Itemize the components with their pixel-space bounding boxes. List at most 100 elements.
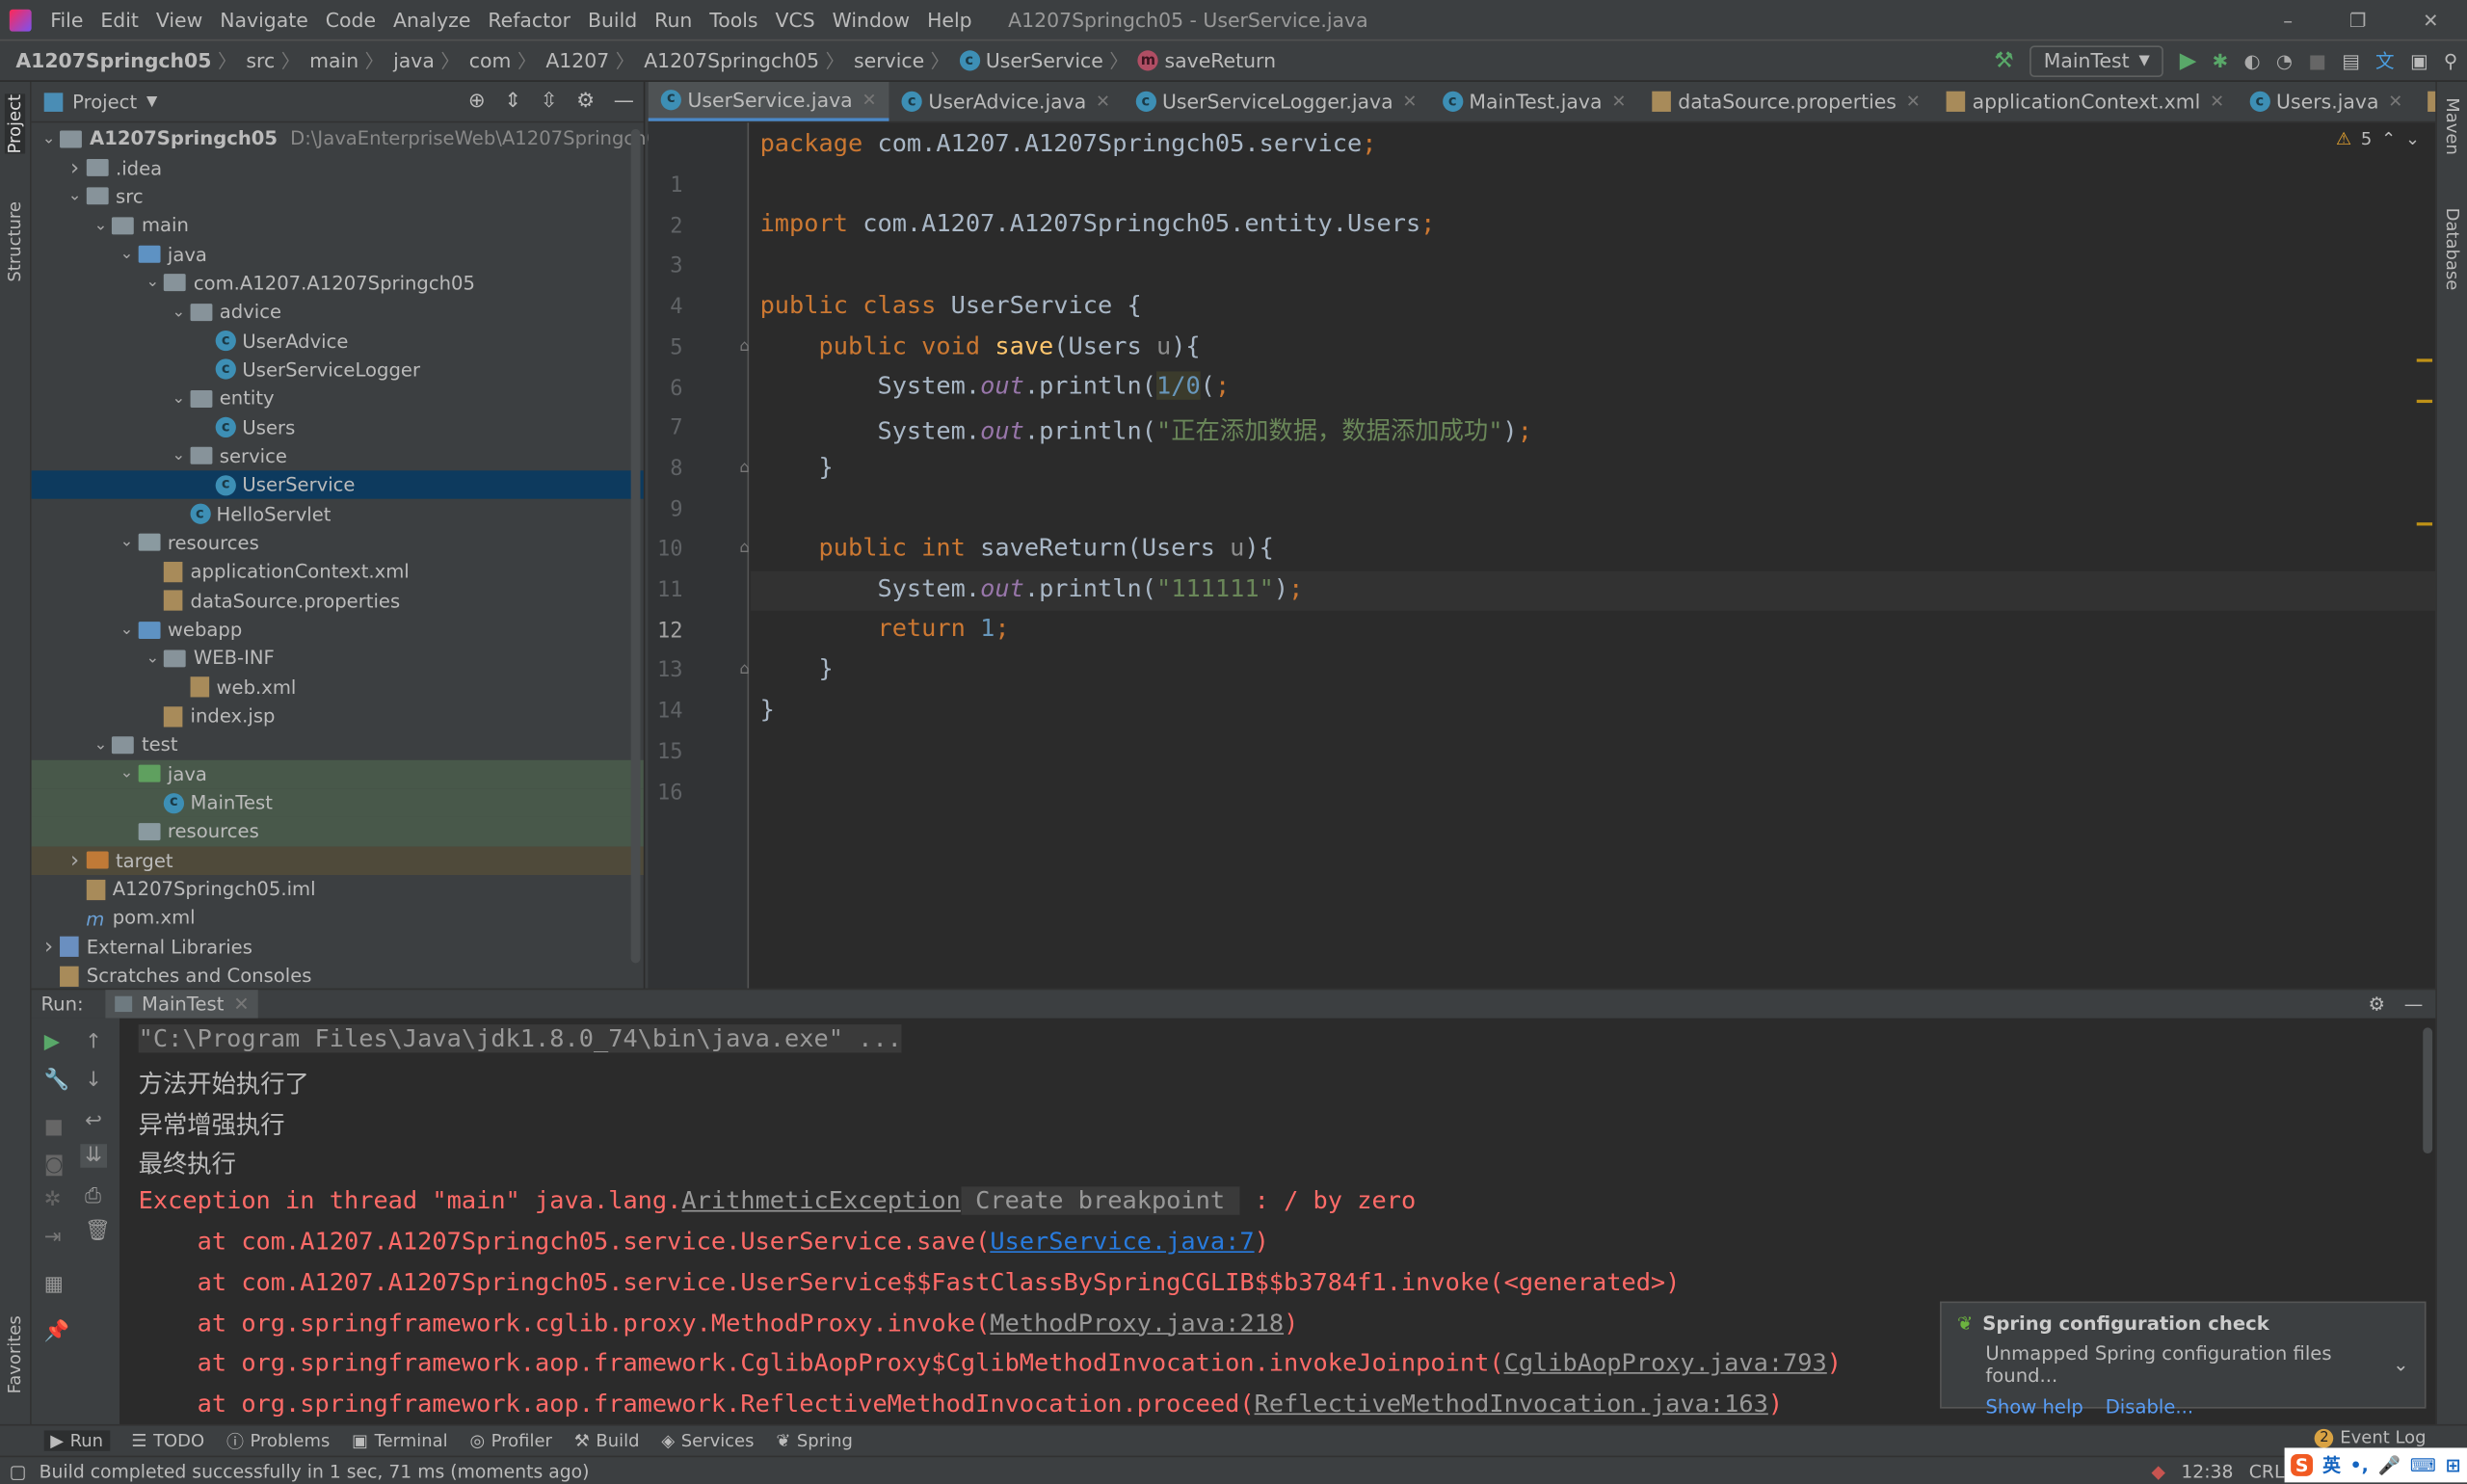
editor-tab[interactable]: c UserServiceLogger.java ✕ (1123, 82, 1429, 121)
breadcrumb-item[interactable]: src (246, 49, 275, 72)
translate-icon[interactable]: 文 (2375, 47, 2395, 74)
tool-button-run[interactable]: ▶ Run (43, 1430, 110, 1451)
chevron-down-icon[interactable]: ⌄ (142, 649, 164, 667)
maximize-button[interactable]: ❐ (2349, 9, 2367, 31)
camera-icon[interactable]: ◙ (44, 1153, 65, 1177)
chevron-down-icon[interactable]: ⌄ (168, 304, 190, 321)
tree-item[interactable]: ⌄ java (31, 759, 644, 789)
ime-lang[interactable]: 英 (2322, 1452, 2341, 1477)
line-separator[interactable]: CRL (2249, 1460, 2285, 1482)
arrow-down-icon[interactable]: ↓ (85, 1069, 102, 1092)
print-icon[interactable]: ⎙ (85, 1185, 101, 1208)
tree-item[interactable]: ⌄ advice (32, 298, 644, 327)
warning-stripe-mark[interactable] (2416, 358, 2433, 362)
code-editor[interactable]: c UserService.java ✕ c UserAdvice.java ✕ c User… (648, 81, 2436, 989)
chevron-down-icon[interactable]: ⌄ (38, 130, 60, 147)
run-tab-maintest[interactable]: MainTest ✕ (105, 990, 259, 1019)
breadcrumb-item[interactable]: m saveReturn (1137, 49, 1276, 72)
chevron-up-icon[interactable]: ⌃ (2381, 129, 2396, 149)
chevron-down-icon[interactable]: ⌄ (116, 246, 138, 263)
database-tool-button[interactable]: Database (2442, 208, 2462, 291)
show-help-link[interactable]: Show help (1985, 1396, 2082, 1418)
stack-trace-link[interactable]: UserService.java:7 (990, 1228, 1254, 1256)
stack-trace-link[interactable]: ArithmeticException (681, 1187, 960, 1215)
grid-icon[interactable]: ⊞ (2446, 1453, 2461, 1475)
chevron-right-icon[interactable]: › (64, 848, 86, 873)
tree-item[interactable]: Scratches and Consoles (32, 962, 644, 991)
chevron-down-icon[interactable]: ⌄ (90, 217, 112, 234)
close-icon[interactable]: ✕ (2210, 92, 2224, 112)
tree-item[interactable]: › External Libraries (32, 933, 644, 962)
rerun-icon[interactable]: ▶ (44, 1031, 60, 1054)
menu-view[interactable]: View (156, 8, 202, 31)
project-structure-icon[interactable]: ▤ (2342, 49, 2360, 71)
profile-icon[interactable]: ◔ (2276, 49, 2293, 71)
caret-position[interactable]: 12:38 (2181, 1460, 2233, 1482)
tree-item[interactable]: c UserAdvice (32, 327, 644, 356)
tree-item[interactable]: ⌄ test (32, 730, 644, 759)
menu-code[interactable]: Code (326, 8, 376, 31)
hide-icon[interactable]: — (614, 90, 634, 113)
chevron-down-icon[interactable]: ⌄ (64, 188, 86, 205)
keyboard-icon[interactable]: ⌨ (2410, 1453, 2436, 1475)
search-icon[interactable]: ⚲ (2444, 49, 2457, 71)
console-scrollbar[interactable] (2423, 1027, 2433, 1154)
stop-icon[interactable]: ■ (44, 1116, 64, 1139)
run-config-selector[interactable]: MainTest ▼ (2029, 44, 2164, 77)
chevron-down-icon[interactable]: ⌄ (90, 736, 112, 754)
menu-file[interactable]: File (50, 8, 83, 31)
tree-item[interactable]: › target (31, 845, 644, 875)
fold-marker-icon[interactable]: ⌂ (739, 661, 749, 678)
tool-button-build[interactable]: ⚒ Build (574, 1430, 640, 1450)
breadcrumb-item[interactable]: A1207Springch05 (15, 49, 211, 72)
fold-marker-icon[interactable]: ⌂ (739, 337, 749, 355)
tree-item[interactable]: › .idea (32, 153, 644, 182)
console-chip[interactable]: Create breakpoint (960, 1186, 1240, 1216)
tree-item[interactable]: c UserServiceLogger (32, 356, 644, 384)
tree-item[interactable]: index.jsp (32, 702, 644, 730)
breadcrumb-item[interactable]: com (469, 49, 512, 72)
menu-navigate[interactable]: Navigate (220, 8, 308, 31)
tree-item[interactable]: ⌄ com.A1207.A1207Springch05 (32, 269, 644, 298)
close-icon[interactable]: ✕ (862, 89, 876, 109)
menu-tools[interactable]: Tools (709, 8, 757, 31)
chevron-down-icon[interactable]: ⌄ (116, 534, 138, 551)
favorites-tool-button[interactable]: Favorites (5, 1315, 25, 1393)
chevron-down-icon[interactable]: ⌄ (2405, 129, 2420, 149)
fold-marker-icon[interactable]: ⌂ (739, 459, 749, 476)
menu-refactor[interactable]: Refactor (488, 8, 570, 31)
hide-icon[interactable]: — (2404, 993, 2424, 1015)
stack-trace-link[interactable]: ReflectiveMethodInvocation.java:163 (1255, 1390, 1768, 1418)
structure-tool-button[interactable]: Structure (5, 201, 25, 282)
close-icon[interactable]: ✕ (2388, 92, 2402, 112)
editor-tab[interactable]: c UserAdvice.java ✕ (889, 82, 1124, 121)
breadcrumb-item[interactable]: service (854, 49, 924, 72)
editor-tab[interactable]: dataSource.properties ✕ (1638, 82, 1932, 121)
tree-item[interactable]: c UserService (31, 470, 644, 500)
chevron-down-icon[interactable]: ⌄ (168, 448, 190, 465)
breadcrumb-item[interactable]: main (309, 49, 358, 72)
settings-icon[interactable]: ✲ (44, 1188, 62, 1211)
tree-item[interactable]: ⌄ WEB-INF (32, 644, 644, 673)
layout-icon[interactable]: ▦ (44, 1273, 64, 1296)
editor-tab[interactable]: c UserService.java ✕ (648, 81, 889, 121)
project-view-selector[interactable]: Project (72, 91, 137, 113)
tool-button-spring[interactable]: ❦ Spring (776, 1430, 853, 1450)
close-icon[interactable]: ✕ (1611, 92, 1626, 112)
menu-help[interactable]: Help (927, 8, 972, 31)
breadcrumb-item[interactable]: A1207Springch05 (644, 49, 819, 72)
locate-icon[interactable]: ⊕ (468, 90, 486, 113)
tree-item[interactable]: ⌄ service (32, 442, 644, 471)
menu-vcs[interactable]: VCS (776, 8, 815, 31)
gear-icon[interactable]: ⚙ (2369, 993, 2386, 1015)
wrench-icon[interactable]: 🔧 (44, 1069, 69, 1092)
editor-tab[interactable]: applicationContext.xml ✕ (1933, 82, 2237, 121)
menu-edit[interactable]: Edit (100, 8, 139, 31)
close-icon[interactable]: ✕ (1096, 92, 1110, 112)
tree-item[interactable]: c MainTest (31, 788, 644, 817)
soft-wrap-icon[interactable]: ↩ (85, 1109, 102, 1132)
stack-trace-link[interactable]: MethodProxy.java:218 (990, 1309, 1284, 1337)
expand-all-icon[interactable]: ⇕ (504, 90, 521, 113)
breadcrumb-item[interactable]: c UserService (959, 49, 1103, 72)
tree-item[interactable]: ⌄ main (32, 211, 644, 240)
